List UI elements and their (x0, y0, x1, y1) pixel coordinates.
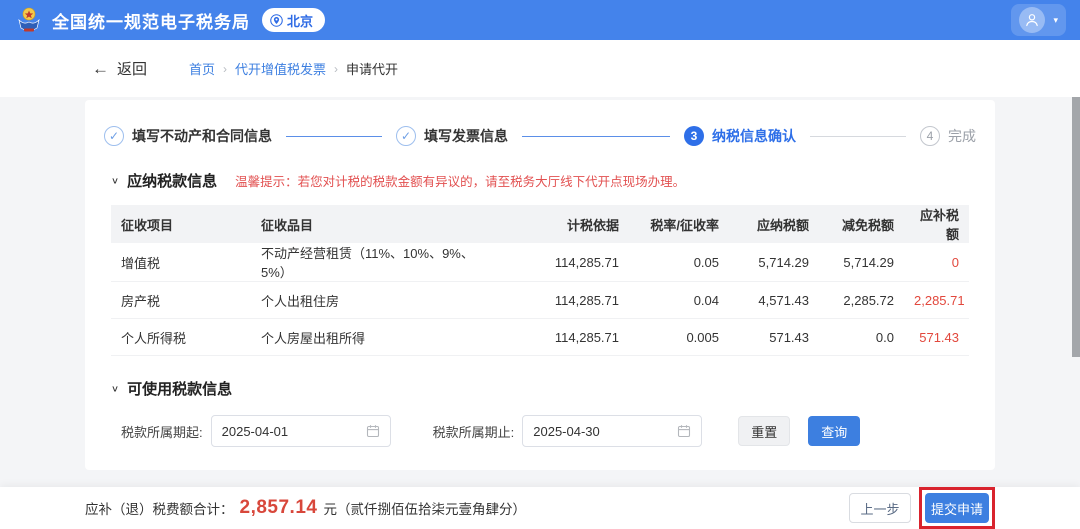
table-cell: 个人出租住房 (251, 282, 499, 319)
column-header: 应补税额 (904, 205, 969, 243)
date-from-label: 税款所属期起: (121, 422, 203, 441)
submit-application-button[interactable]: 提交申请 (925, 493, 989, 523)
content-card: ✓ 填写不动产和合同信息 ✓ 填写发票信息 3 纳税信息确认 4 完成 ∨ 应纳… (85, 100, 995, 470)
date-to-value: 2025-04-30 (533, 424, 600, 439)
date-filter-row: 税款所属期起: 2025-04-01 税款所属期止: 2025-04-30 (85, 399, 995, 447)
step-3-label: 纳税信息确认 (712, 126, 796, 146)
column-header: 减免税额 (819, 205, 904, 243)
step-2: ✓ 填写发票信息 (396, 126, 508, 146)
date-to-input[interactable]: 2025-04-30 (522, 415, 702, 447)
back-button[interactable]: ← 返回 (92, 58, 147, 79)
column-header: 应纳税额 (729, 205, 819, 243)
table-cell: 2,285.71 (904, 282, 969, 319)
total-label: 应补（退）税费额合计： (85, 498, 234, 518)
breadcrumb-separator: › (223, 62, 227, 76)
date-from-input[interactable]: 2025-04-01 (211, 415, 391, 447)
table-cell: 0.005 (629, 319, 729, 356)
user-avatar[interactable] (1019, 7, 1045, 33)
step-4-number: 4 (920, 126, 940, 146)
step-connector (286, 136, 382, 137)
calendar-icon (366, 424, 380, 438)
collapse-chevron-icon[interactable]: ∨ (111, 383, 119, 393)
table-cell: 0.04 (629, 282, 729, 319)
location-label: 北京 (287, 11, 313, 30)
check-icon: ✓ (396, 126, 416, 146)
total-amount-words: 元（贰仟捌佰伍拾柒元壹角肆分） (323, 498, 526, 518)
vertical-scrollbar[interactable] (1072, 97, 1080, 357)
collapse-chevron-icon[interactable]: ∨ (111, 175, 119, 185)
table-cell: 114,285.71 (499, 282, 629, 319)
table-cell: 个人所得税 (111, 319, 251, 356)
table-cell: 4,571.43 (729, 282, 819, 319)
table-row: 增值税不动产经营租赁（11%、10%、9%、5%）114,285.710.055… (111, 243, 969, 282)
tax-section-header: ∨ 应纳税款信息 温馨提示：若您对计税的税款金额有异议的，请至税务大厅线下代开点… (85, 150, 995, 191)
tax-section-title: 应纳税款信息 (127, 170, 217, 191)
breadcrumb: 首页 › 代开增值税发票 › 申请代开 (189, 59, 398, 78)
step-3-number: 3 (684, 126, 704, 146)
step-3: 3 纳税信息确认 (684, 126, 796, 146)
step-connector (522, 136, 670, 137)
date-to-label: 税款所属期止: (433, 422, 515, 441)
back-label: 返回 (117, 58, 147, 79)
warning-text: 温馨提示：若您对计税的税款金额有异议的，请至税务大厅线下代开点现场办理。 (235, 171, 685, 190)
table-cell: 增值税 (111, 243, 251, 282)
table-row: 个人所得税个人房屋出租所得114,285.710.005571.430.0571… (111, 319, 969, 356)
column-header: 征收品目 (251, 205, 499, 243)
usable-section-header: ∨ 可使用税款信息 (85, 356, 995, 399)
table-row: 房产税个人出租住房114,285.710.044,571.432,285.722… (111, 282, 969, 319)
total-amount: 2,857.14 (240, 497, 318, 519)
table-cell: 0 (904, 243, 969, 282)
previous-step-button[interactable]: 上一步 (849, 493, 911, 523)
tax-table: 征收项目征收品目计税依据税率/征收率应纳税额减免税额应补税额 增值税不动产经营租… (111, 205, 969, 356)
table-header-row: 征收项目征收品目计税依据税率/征收率应纳税额减免税额应补税额 (111, 205, 969, 243)
chevron-down-icon[interactable]: ▾ (1053, 15, 1058, 26)
check-icon: ✓ (104, 126, 124, 146)
step-1-label: 填写不动产和合同信息 (132, 126, 272, 146)
table-cell: 114,285.71 (499, 243, 629, 282)
table-cell: 不动产经营租赁（11%、10%、9%、5%） (251, 243, 499, 282)
step-2-label: 填写发票信息 (424, 126, 508, 146)
table-cell: 个人房屋出租所得 (251, 319, 499, 356)
table-cell: 房产税 (111, 282, 251, 319)
top-header-bar: 全国统一规范电子税务局 北京 ▾ (0, 0, 1080, 40)
tax-table-body: 增值税不动产经营租赁（11%、10%、9%、5%）114,285.710.055… (111, 243, 969, 356)
date-from-value: 2025-04-01 (222, 424, 289, 439)
table-cell: 2,285.72 (819, 282, 904, 319)
breadcrumb-current: 申请代开 (346, 59, 398, 78)
breadcrumb-home[interactable]: 首页 (189, 59, 215, 78)
table-cell: 571.43 (904, 319, 969, 356)
breadcrumb-invoice[interactable]: 代开增值税发票 (235, 59, 326, 78)
step-indicator: ✓ 填写不动产和合同信息 ✓ 填写发票信息 3 纳税信息确认 4 完成 (85, 100, 995, 150)
footer-bar: 应补（退）税费额合计： 2,857.14 元（贰仟捌佰伍拾柒元壹角肆分） 上一步… (0, 487, 1080, 529)
app-title: 全国统一规范电子税务局 (52, 8, 250, 33)
user-icon (1024, 12, 1040, 28)
query-button[interactable]: 查询 (808, 416, 860, 446)
main-content-area: ✓ 填写不动产和合同信息 ✓ 填写发票信息 3 纳税信息确认 4 完成 ∨ 应纳… (0, 97, 1080, 487)
table-cell: 0.05 (629, 243, 729, 282)
table-cell: 0.0 (819, 319, 904, 356)
breadcrumb-bar: ← 返回 首页 › 代开增值税发票 › 申请代开 (0, 40, 1080, 97)
tax-bureau-logo-icon (14, 5, 44, 35)
step-1: ✓ 填写不动产和合同信息 (104, 126, 272, 146)
submit-highlight-annotation: 提交申请 (919, 487, 995, 529)
column-header: 征收项目 (111, 205, 251, 243)
step-4-label: 完成 (948, 126, 976, 146)
back-arrow-icon: ← (92, 59, 109, 79)
table-cell: 5,714.29 (819, 243, 904, 282)
table-cell: 114,285.71 (499, 319, 629, 356)
calendar-icon (677, 424, 691, 438)
column-header: 税率/征收率 (629, 205, 729, 243)
user-menu[interactable]: ▾ (1011, 4, 1066, 36)
column-header: 计税依据 (499, 205, 629, 243)
table-cell: 5,714.29 (729, 243, 819, 282)
reset-button[interactable]: 重置 (738, 416, 790, 446)
step-4: 4 完成 (920, 126, 976, 146)
table-cell: 571.43 (729, 319, 819, 356)
location-pin-icon (270, 14, 283, 27)
step-connector (810, 136, 906, 137)
breadcrumb-separator: › (334, 62, 338, 76)
usable-section-title: 可使用税款信息 (127, 378, 232, 399)
location-selector[interactable]: 北京 (262, 8, 325, 32)
